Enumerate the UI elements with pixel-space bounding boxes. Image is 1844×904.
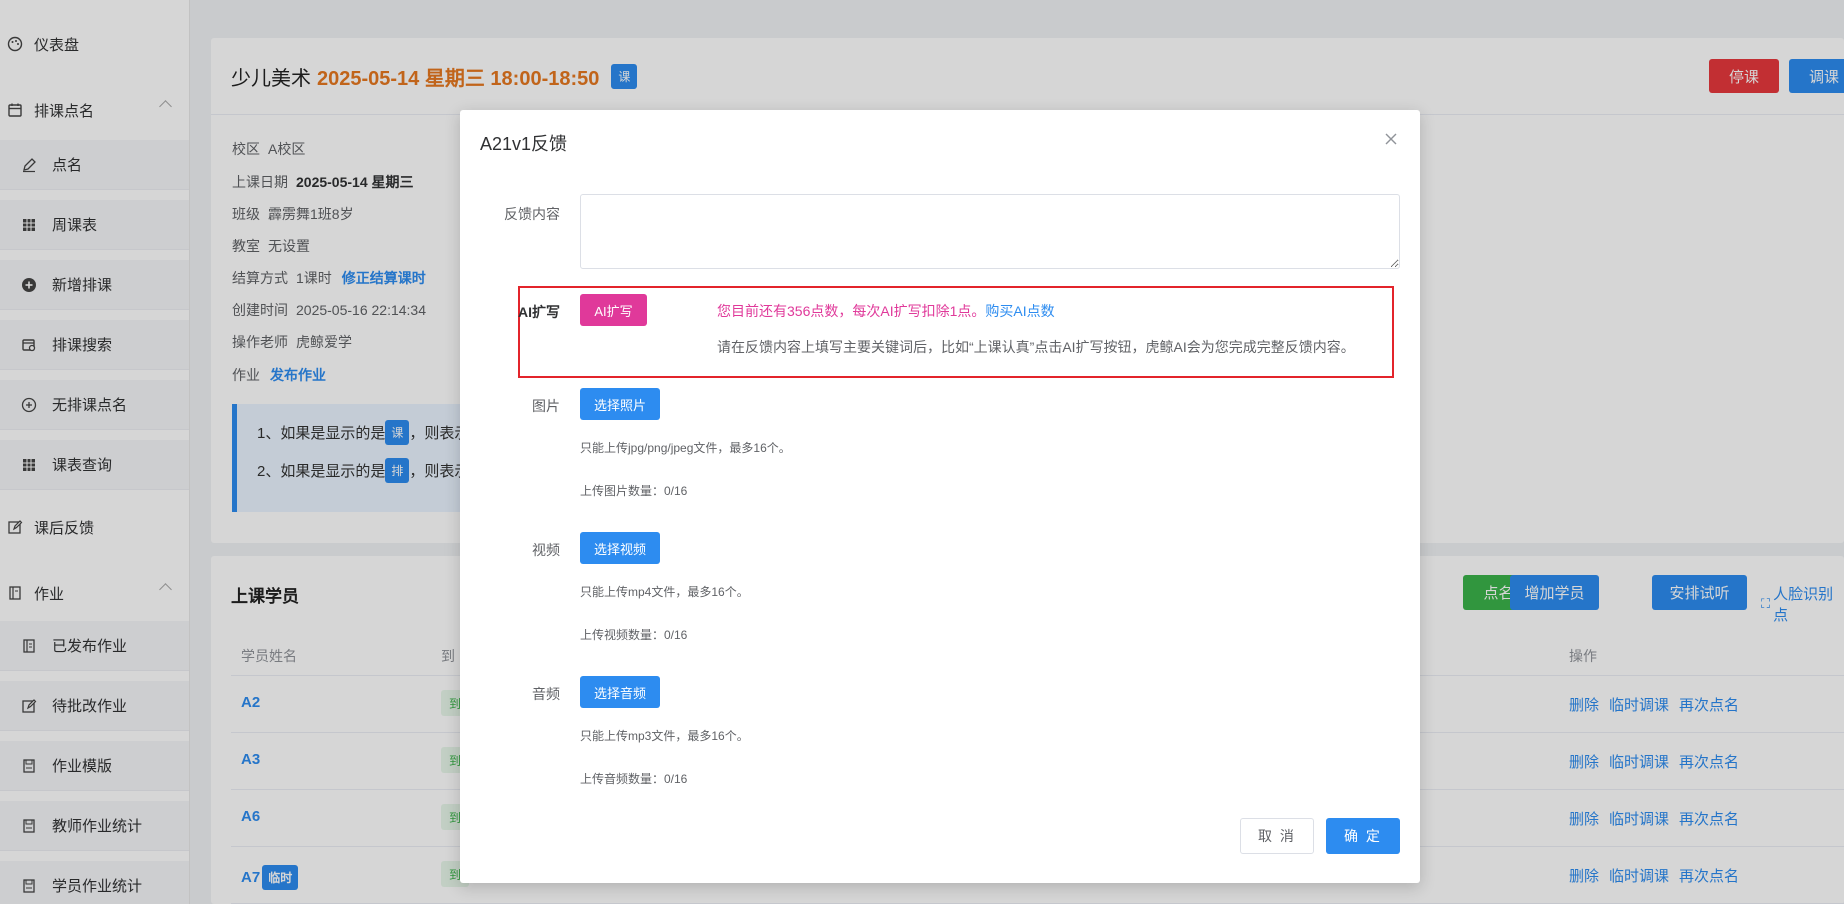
select-video-button[interactable]: 选择视频 xyxy=(580,532,660,564)
photo-label: 图片 xyxy=(532,398,560,414)
video-tip: 只能上传mp4文件，最多16个。 xyxy=(580,585,749,599)
photo-tip: 只能上传jpg/png/jpeg文件，最多16个。 xyxy=(580,441,791,455)
audio-tip: 只能上传mp3文件，最多16个。 xyxy=(580,729,749,743)
ai-label: AI扩写 xyxy=(518,304,560,320)
dialog-title: A21v1反馈 xyxy=(480,134,568,154)
close-icon[interactable] xyxy=(1384,132,1398,146)
feedback-textarea[interactable] xyxy=(580,194,1400,269)
audio-count: 上传音频数量：0/16 xyxy=(580,772,688,786)
buy-ai-points-link[interactable]: 购买AI点数 xyxy=(985,303,1054,319)
audio-label: 音频 xyxy=(532,686,560,702)
photo-count: 上传图片数量：0/16 xyxy=(580,484,688,498)
ai-expand-button[interactable]: AI扩写 xyxy=(580,294,647,326)
ai-points-message: 您目前还有356点数，每次AI扩写扣除1点。购买AI点数 xyxy=(717,301,1055,321)
ai-points-text: 您目前还有356点数，每次AI扩写扣除1点。 xyxy=(717,303,986,319)
video-label: 视频 xyxy=(532,542,560,558)
select-photo-button[interactable]: 选择照片 xyxy=(580,388,660,420)
confirm-button[interactable]: 确 定 xyxy=(1326,818,1400,854)
select-audio-button[interactable]: 选择音频 xyxy=(580,676,660,708)
video-count: 上传视频数量：0/16 xyxy=(580,628,688,642)
cancel-button[interactable]: 取 消 xyxy=(1240,818,1314,854)
feedback-dialog: A21v1反馈 反馈内容 AI扩写 AI扩写 您目前还有356点数，每次AI扩写… xyxy=(460,110,1420,883)
feedback-label: 反馈内容 xyxy=(504,206,560,222)
ai-highlight-box xyxy=(518,286,1394,378)
ai-hint: 请在反馈内容上填写主要关键词后，比如“上课认真”点击AI扩写按钮，虎鲸AI会为您… xyxy=(717,339,1355,355)
